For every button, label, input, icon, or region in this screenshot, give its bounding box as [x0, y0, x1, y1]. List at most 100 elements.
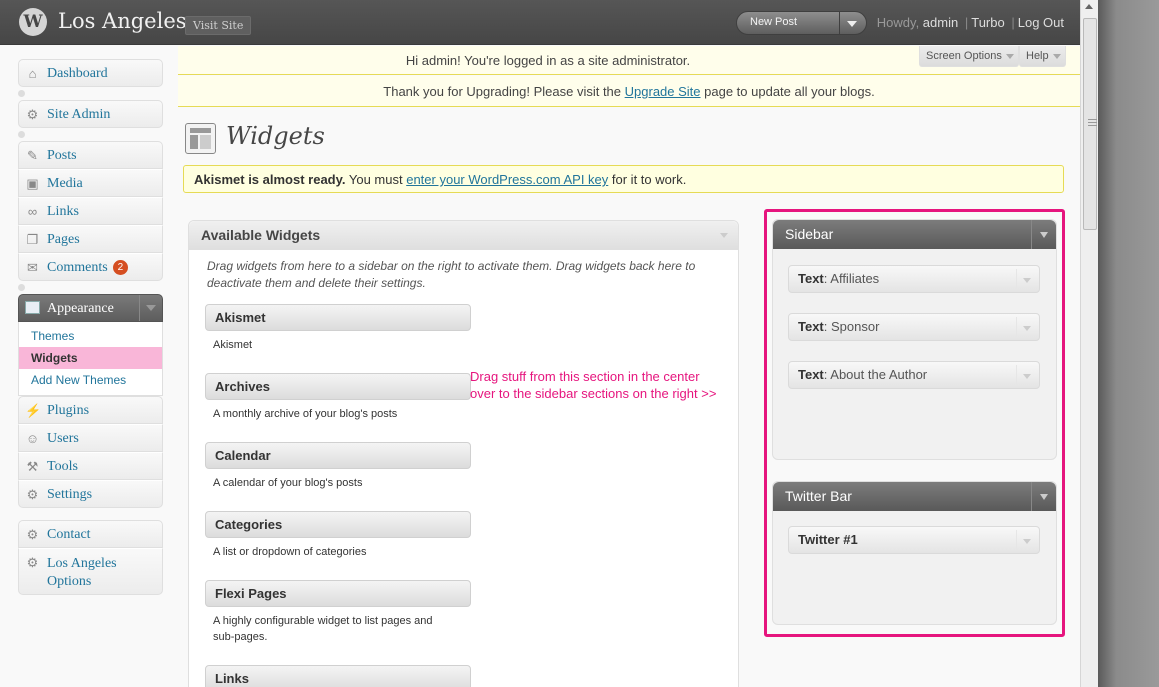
menu-label: Links	[47, 204, 79, 219]
submenu-toggle[interactable]	[139, 295, 162, 321]
separator: |	[1011, 15, 1015, 30]
widget-akismet[interactable]: Akismet	[205, 304, 471, 331]
menu-label: Dashboard	[47, 66, 108, 81]
link-icon: ∞	[27, 204, 38, 219]
user-info: Howdy, admin | Turbo | Log Out	[877, 15, 1064, 30]
gear-icon: ⚙	[26, 555, 39, 570]
sidebar-widget-text-about-author[interactable]: Text: About the Author	[788, 361, 1040, 389]
menu-site-admin[interactable]: ⚙ Site Admin	[18, 100, 163, 128]
chevron-down-icon[interactable]	[1023, 374, 1031, 379]
visit-site-button[interactable]: Visit Site	[185, 16, 252, 35]
menu-dashboard[interactable]: ⌂ Dashboard	[18, 59, 163, 87]
wordpress-logo-icon[interactable]: W	[19, 8, 47, 36]
sidebar-widget-twitter[interactable]: Twitter #1	[788, 526, 1040, 554]
menu-posts[interactable]: ✎ Posts	[18, 141, 163, 169]
menu-settings[interactable]: ⚙ Settings	[18, 480, 163, 508]
akismet-api-key-link[interactable]: enter your WordPress.com API key	[406, 172, 608, 187]
menu-label: Users	[47, 431, 79, 446]
howdy-text: Howdy,	[876, 15, 923, 30]
chevron-down-icon[interactable]	[1040, 232, 1048, 238]
new-post-button[interactable]: New Post	[750, 16, 797, 28]
help-tab[interactable]: Help	[1019, 46, 1066, 67]
sidebar-header[interactable]: Sidebar	[773, 220, 1056, 249]
annotation-line: Drag stuff from this section in the cent…	[470, 369, 700, 384]
menu-media[interactable]: ▣ Media	[18, 169, 163, 197]
akismet-before: You must	[345, 172, 407, 187]
widgets-page-icon	[185, 123, 216, 154]
widget-links[interactable]: Links	[205, 665, 471, 687]
menu-comments[interactable]: ✉ Comments 2	[18, 253, 163, 281]
new-post-favorite-actions[interactable]: New Post	[736, 11, 867, 35]
appearance-submenu: Themes Widgets Add New Themes	[18, 322, 163, 396]
menu-plugins[interactable]: ⚡ Plugins	[18, 396, 163, 424]
widget-type: Text	[798, 271, 824, 286]
divider	[1031, 220, 1032, 249]
turbo-link[interactable]: Turbo	[971, 15, 1004, 30]
menu-separator[interactable]	[18, 281, 163, 294]
menu-appearance[interactable]: Appearance	[18, 294, 163, 322]
icon-part	[190, 128, 211, 133]
menu-separator[interactable]	[18, 87, 163, 100]
available-widgets-header[interactable]: Available Widgets	[189, 221, 738, 250]
widget-title: Twitter #1	[798, 532, 858, 547]
chevron-down-icon[interactable]	[720, 233, 728, 238]
widget-type: Twitter #1	[798, 532, 858, 547]
widget-description: A highly configurable widget to list pag…	[213, 615, 433, 643]
menu-tools[interactable]: ⚒ Tools	[18, 452, 163, 480]
widget-title: Akismet	[215, 310, 266, 325]
chevron-down-icon[interactable]	[847, 21, 857, 27]
admin-page: W Los Angeles Visit Site New Post Howdy,…	[0, 0, 1080, 687]
menu-pages[interactable]: ❐ Pages	[18, 225, 163, 253]
widget-title: Categories	[215, 517, 283, 532]
la-options-line2: Options	[47, 574, 92, 589]
widget-archives[interactable]: Archives	[205, 373, 471, 400]
admin-menu: ⌂ Dashboard ⚙ Site Admin ✎ Posts ▣ Media…	[18, 59, 163, 595]
scrollbar-thumb[interactable]	[1083, 18, 1097, 230]
admin-header: W Los Angeles Visit Site New Post Howdy,…	[0, 0, 1080, 45]
upgrade-site-link[interactable]: Upgrade Site	[625, 84, 701, 99]
icon-part	[190, 135, 198, 149]
upgrade-notice: Thank you for Upgrading! Please visit th…	[178, 76, 1080, 107]
desktop-background	[1098, 0, 1159, 687]
widget-type: Text	[798, 367, 824, 382]
upgrade-text-before: Thank you for Upgrading! Please visit th…	[383, 84, 625, 99]
submenu-themes[interactable]: Themes	[19, 325, 162, 347]
sidebar-widget-text-sponsor[interactable]: Text: Sponsor	[788, 313, 1040, 341]
available-widgets-description: Drag widgets from here to a sidebar on t…	[207, 259, 696, 290]
grip-line	[1088, 125, 1097, 126]
menu-users[interactable]: ☺ Users	[18, 424, 163, 452]
chevron-down-icon	[146, 305, 156, 311]
comments-label: Comments	[47, 260, 108, 275]
chevron-down-icon[interactable]	[1023, 278, 1031, 283]
chevron-down-icon[interactable]	[1040, 494, 1048, 500]
scroll-up-arrow-icon[interactable]	[1085, 4, 1093, 9]
submenu-add-new-themes[interactable]: Add New Themes	[19, 369, 162, 391]
screen-options-tab[interactable]: Screen Options	[919, 46, 1019, 67]
menu-los-angeles-options[interactable]: ⚙ Los Angeles Options	[18, 548, 163, 595]
menu-label: Settings	[47, 487, 93, 502]
chevron-down-icon[interactable]	[1023, 539, 1031, 544]
available-widgets-panel: Available Widgets Drag widgets from here…	[188, 220, 739, 687]
menu-label: Plugins	[47, 403, 90, 418]
widget-calendar[interactable]: Calendar	[205, 442, 471, 469]
chevron-down-icon[interactable]	[1023, 326, 1031, 331]
akismet-bold: Akismet is almost ready.	[194, 172, 346, 187]
divider	[839, 12, 840, 34]
widget-categories[interactable]: Categories	[205, 511, 471, 538]
menu-separator[interactable]	[18, 128, 163, 141]
vertical-scrollbar[interactable]	[1080, 0, 1098, 687]
logout-link[interactable]: Log Out	[1018, 15, 1064, 30]
menu-links[interactable]: ∞ Links	[18, 197, 163, 225]
widget-title: Text: Affiliates	[798, 271, 879, 286]
sidebar-widget-text-affiliates[interactable]: Text: Affiliates	[788, 265, 1040, 293]
widget-flexi-pages[interactable]: Flexi Pages	[205, 580, 471, 607]
divider	[1016, 317, 1017, 337]
user-profile-link[interactable]: admin	[923, 15, 958, 30]
menu-label: Comments 2	[47, 260, 129, 276]
widget-title: Text: About the Author	[798, 367, 927, 382]
twitter-bar-header[interactable]: Twitter Bar	[773, 482, 1056, 511]
submenu-widgets[interactable]: Widgets	[19, 347, 162, 369]
menu-contact[interactable]: ⚙ Contact	[18, 520, 163, 548]
screen-options-label: Screen Options	[926, 50, 1002, 62]
widget-name: : About the Author	[823, 367, 928, 382]
